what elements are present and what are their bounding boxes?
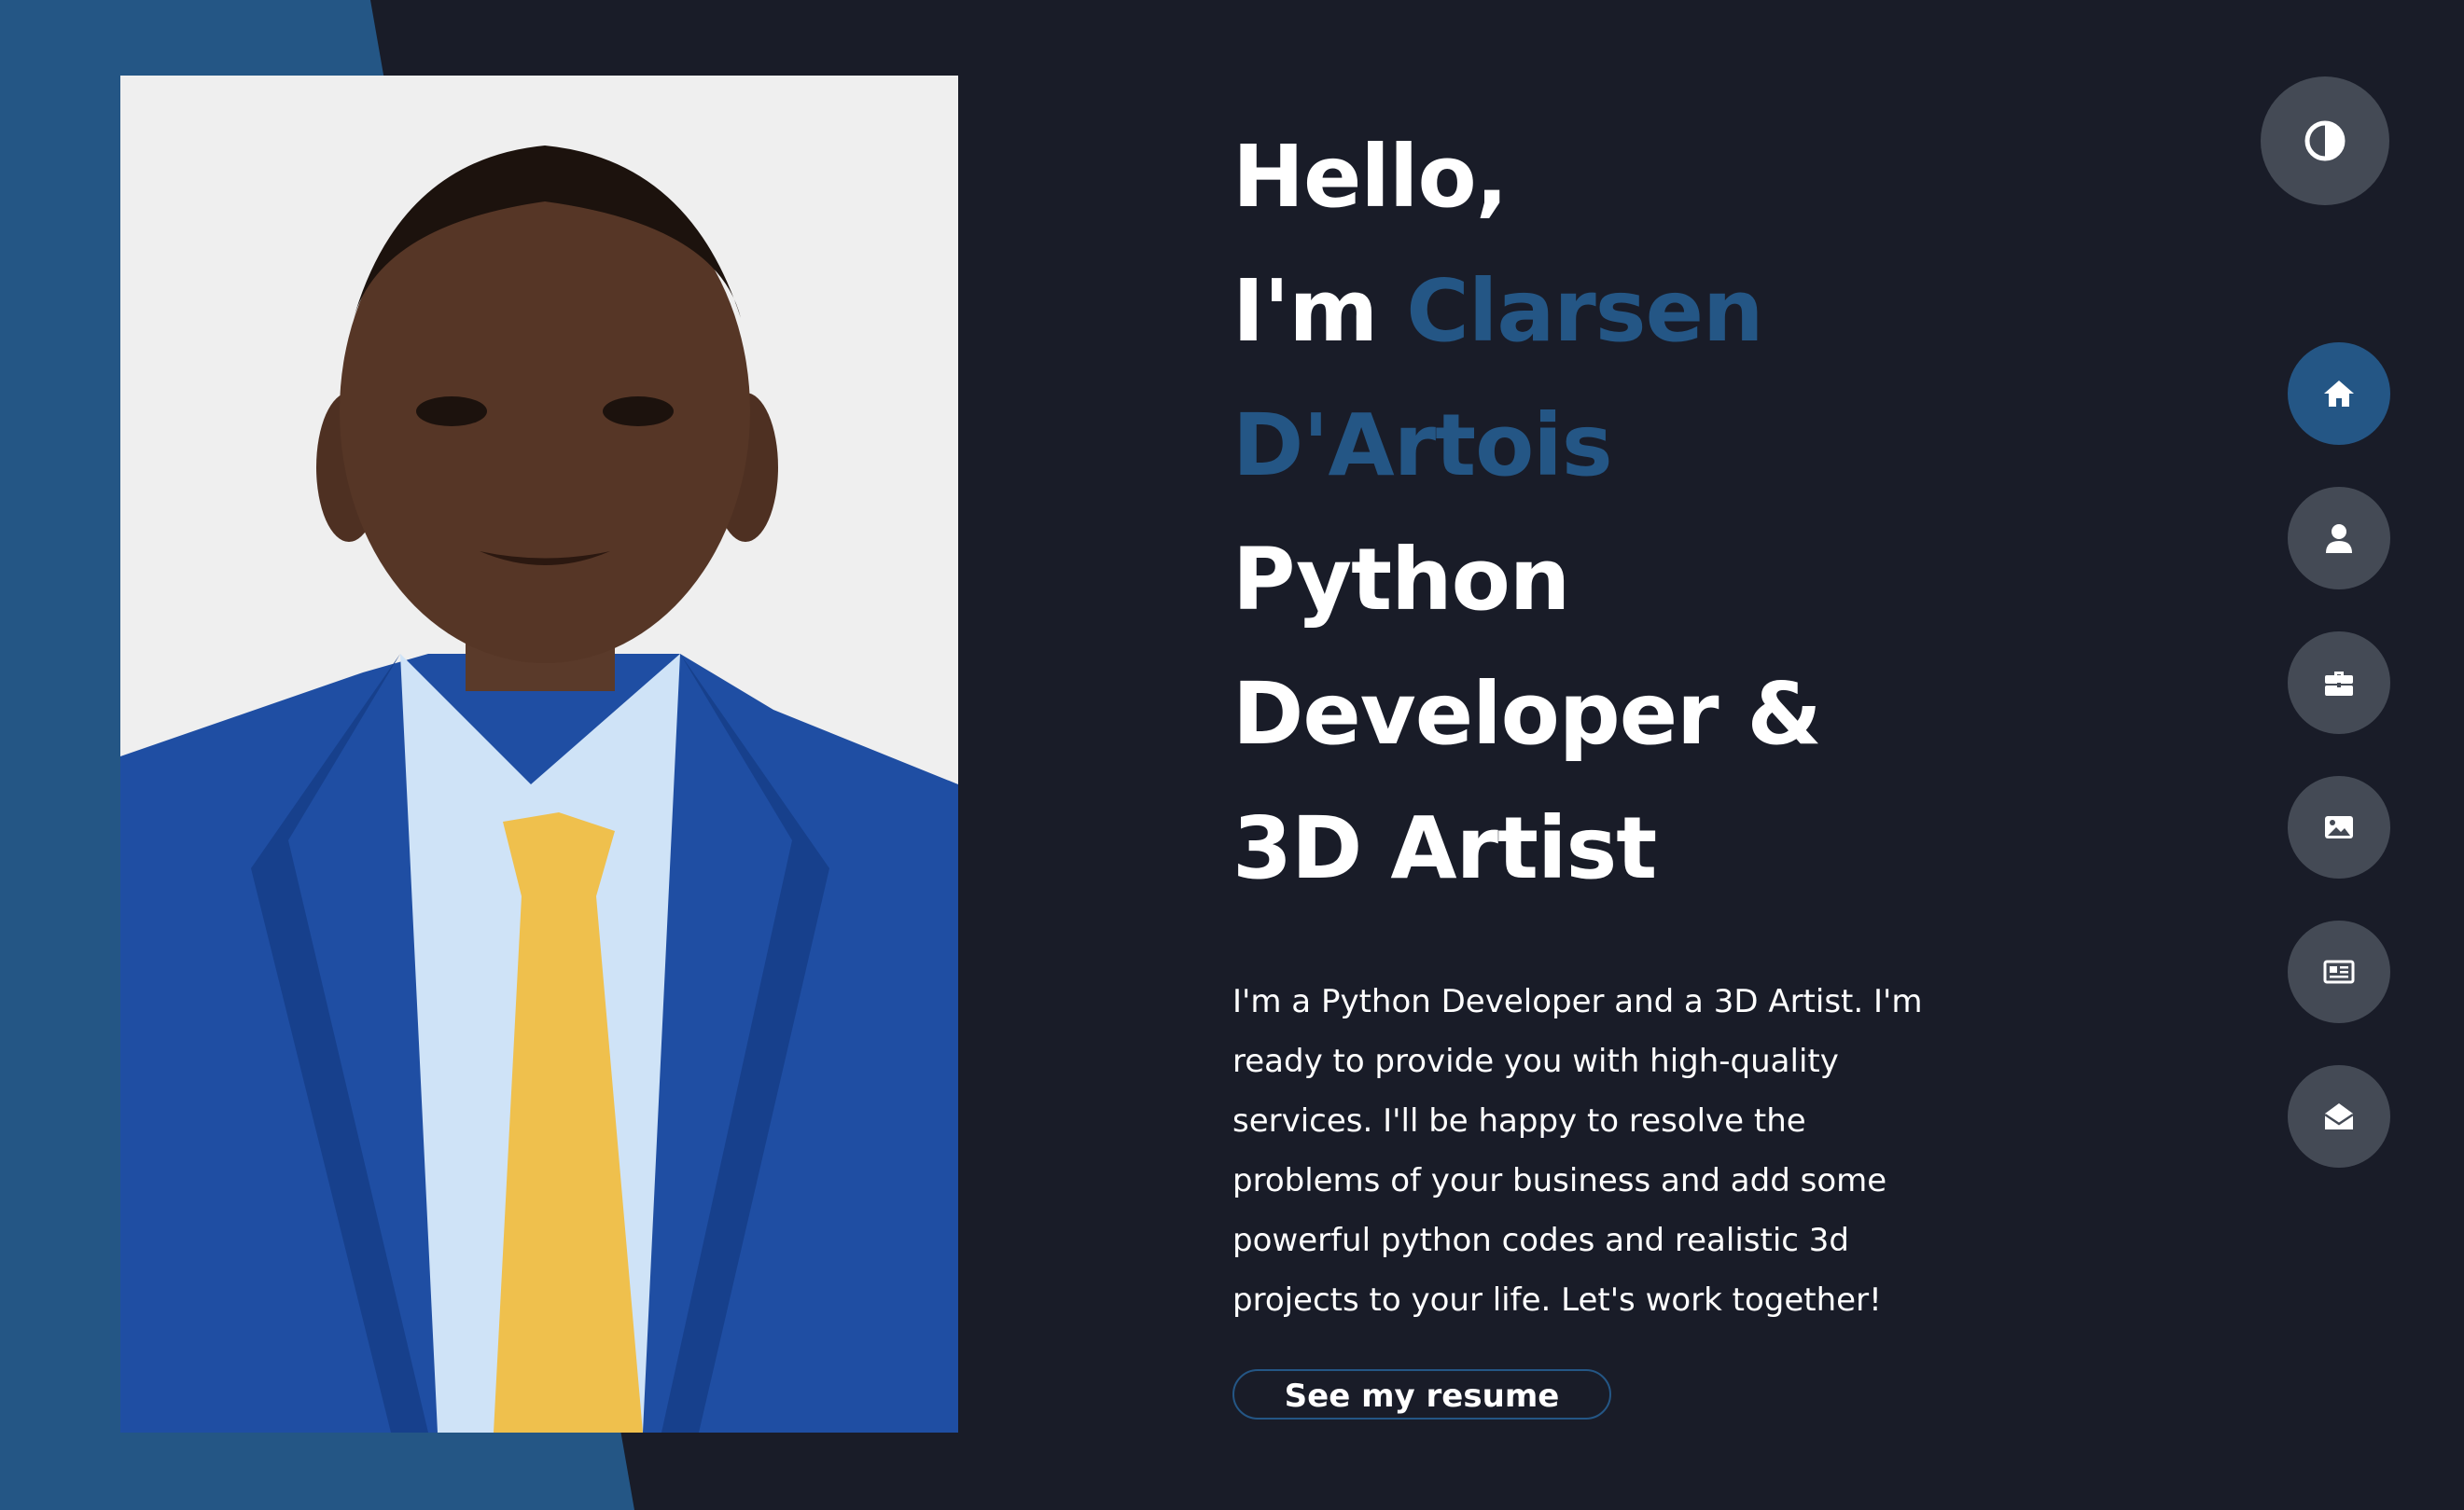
theme-toggle-button[interactable]	[2261, 76, 2389, 205]
user-icon	[2326, 524, 2352, 553]
newspaper-icon	[2323, 960, 2355, 984]
home-icon	[2324, 381, 2354, 407]
page: Hello, I'm Clarsen D'Artois Python Devel…	[0, 0, 2464, 1510]
side-navigation	[2288, 342, 2390, 1210]
bio-line: powerful python codes and realistic 3d	[1232, 1222, 1849, 1259]
bio-paragraph: I'm a Python Developer and a 3D Artist. …	[1232, 972, 1942, 1330]
nav-contact-button[interactable]	[2288, 1065, 2390, 1168]
see-resume-button[interactable]: See my resume	[1232, 1369, 1611, 1420]
profile-photo	[120, 76, 958, 1433]
bio-line: ready to provide you with high-quality	[1232, 1043, 1839, 1080]
nav-home-button[interactable]	[2288, 342, 2390, 445]
bio-line: I'm a Python Developer and a 3D Artist. …	[1232, 983, 1923, 1020]
portrait-illustration	[120, 76, 958, 1433]
envelope-open-icon	[2324, 1103, 2354, 1129]
title-line-2: Developer &	[1232, 664, 1822, 764]
bio-line: projects to your life. Let's work togeth…	[1232, 1281, 1882, 1319]
briefcase-icon	[2325, 672, 2353, 696]
bio-line: problems of your business and add some	[1232, 1162, 1887, 1199]
hero-section: Hello, I'm Clarsen D'Artois Python Devel…	[1232, 110, 2053, 1420]
image-icon	[2325, 816, 2353, 838]
nav-blog-button[interactable]	[2288, 921, 2390, 1023]
greeting-text: Hello,	[1232, 127, 1509, 227]
contrast-icon	[2304, 120, 2346, 161]
name-last: D'Artois	[1232, 395, 1613, 495]
nav-gallery-button[interactable]	[2288, 776, 2390, 879]
title-line-1: Python	[1232, 530, 1570, 630]
nav-about-button[interactable]	[2288, 487, 2390, 589]
title-line-3: 3D Artist	[1232, 798, 1657, 898]
nav-portfolio-button[interactable]	[2288, 631, 2390, 734]
name-first: Clarsen	[1406, 261, 1763, 361]
intro-prefix-text: I'm	[1232, 261, 1407, 361]
bio-line: services. I'll be happy to resolve the	[1232, 1102, 1806, 1140]
hero-headline: Hello, I'm Clarsen D'Artois Python Devel…	[1232, 110, 2053, 916]
